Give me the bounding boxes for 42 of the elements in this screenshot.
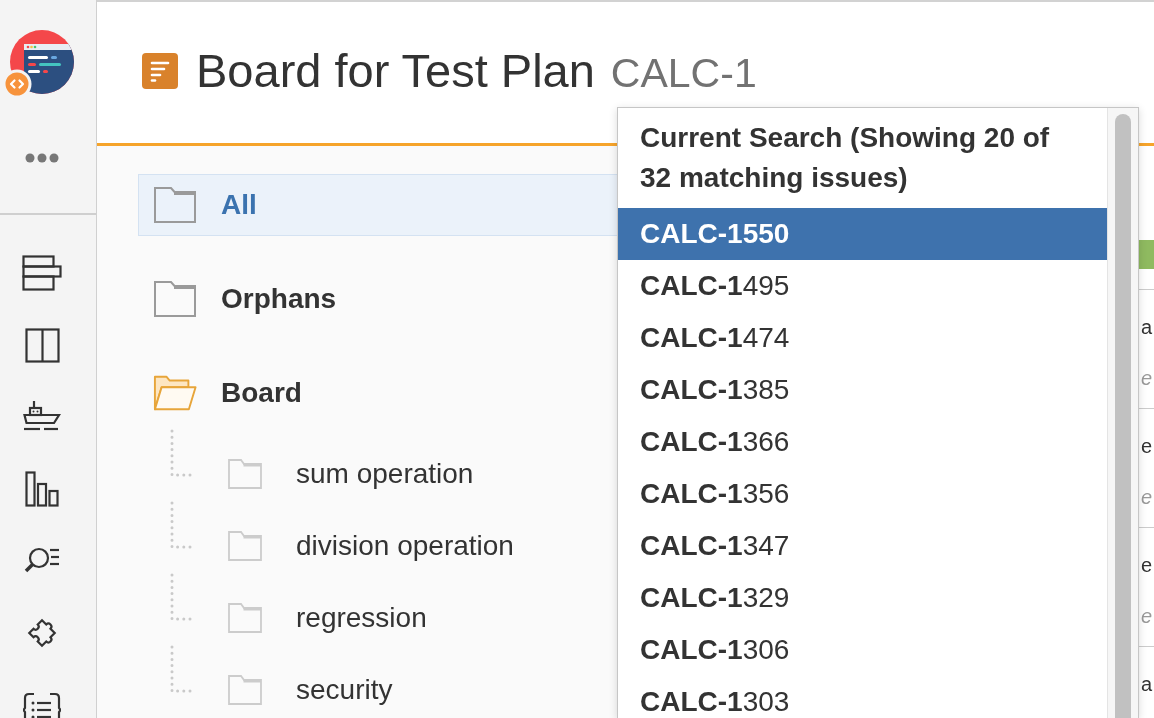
bar-chart-icon[interactable] (25, 471, 59, 507)
tree-item[interactable]: division operation (227, 526, 618, 566)
issue-subtitle: e (1140, 366, 1152, 391)
tree-item[interactable]: regression (227, 598, 618, 638)
page-title: Board for Test Plan (196, 43, 595, 98)
columns-icon[interactable] (24, 327, 60, 363)
tree-item[interactable]: All (138, 174, 618, 236)
tree-item[interactable]: sum operation (227, 454, 618, 494)
issue-title: e (1140, 434, 1152, 459)
dropdown-option[interactable]: CALC-1347 (618, 520, 1107, 572)
ship-icon[interactable] (23, 401, 61, 433)
tree-connector (170, 645, 192, 693)
dropdown-option[interactable]: CALC-1366 (618, 416, 1107, 468)
dropdown-option[interactable]: CALC-1550 (618, 208, 1107, 260)
tree-connector (170, 429, 192, 477)
bracket-list-icon[interactable] (23, 692, 61, 718)
issue-subtitle: e (1140, 604, 1152, 629)
issue-title: e (1140, 553, 1152, 578)
dropdown-option[interactable]: CALC-1303 (618, 676, 1107, 718)
issue-subtitle: e (1140, 485, 1152, 510)
more-icon[interactable] (25, 153, 59, 163)
issue-title: a (1140, 672, 1152, 697)
stacked-bars-icon[interactable] (22, 255, 62, 291)
issue-key: CALC-1 (610, 50, 757, 97)
scrollbar-thumb[interactable] (1115, 114, 1131, 718)
dropdown-option[interactable]: CALC-1356 (618, 468, 1107, 520)
dropdown-option[interactable]: CALC-1474 (618, 312, 1107, 364)
tree-item[interactable]: security (227, 670, 618, 710)
tree-item[interactable]: Orphans (138, 268, 618, 330)
tree-item[interactable]: Board (138, 362, 618, 424)
dropdown-heading: Current Search (Showing 20 of 32 matching issues) (639, 121, 1051, 195)
dropdown-option[interactable]: CALC-1329 (618, 572, 1107, 624)
search-list-icon[interactable] (24, 547, 60, 575)
dropdown-option[interactable]: CALC-1306 (618, 624, 1107, 676)
tree-connector (170, 573, 192, 621)
tree-connector (170, 501, 192, 549)
scrollbar-track[interactable] (1107, 108, 1138, 718)
issue-title: a (1140, 315, 1152, 340)
puzzle-icon[interactable] (25, 616, 59, 650)
dropdown-option[interactable]: CALC-1495 (618, 260, 1107, 312)
list-tile-icon (142, 52, 178, 89)
dropdown-option[interactable]: CALC-1385 (618, 364, 1107, 416)
